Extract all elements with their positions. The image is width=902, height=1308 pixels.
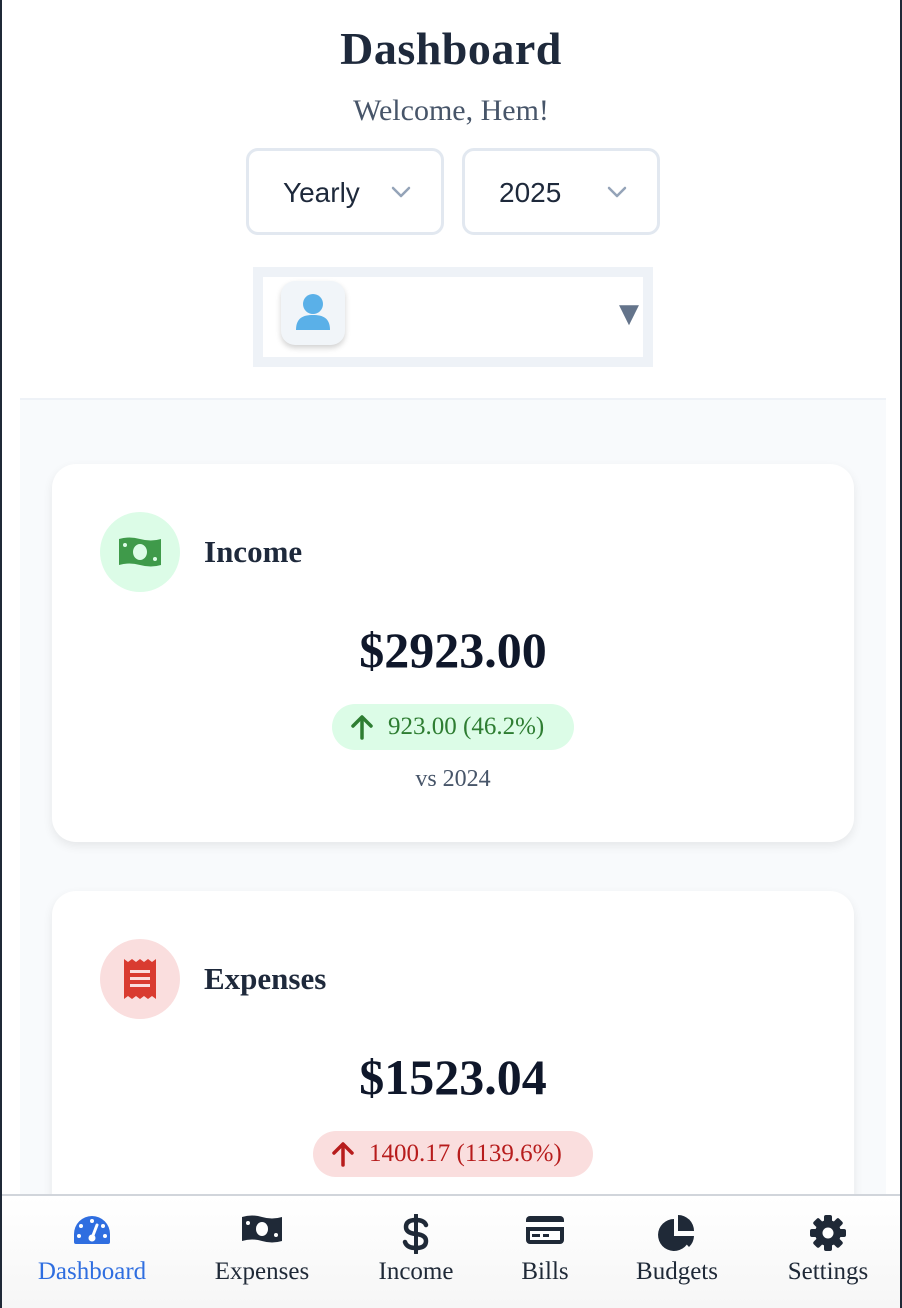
page-title: Dashboard	[340, 23, 562, 74]
nav-item-settings[interactable]: Settings	[776, 1196, 880, 1306]
user-icon	[296, 294, 330, 330]
nav-label-settings: Settings	[787, 1258, 869, 1285]
year-select-value: 2025	[499, 177, 562, 208]
year-select[interactable]: 2025	[462, 148, 660, 235]
user-selector-field[interactable]: ▼	[263, 277, 643, 357]
credit-card-icon	[526, 1216, 564, 1244]
nav-label-expenses: Expenses	[214, 1258, 310, 1285]
period-select[interactable]: Yearly	[246, 148, 444, 235]
nav-label-bills: Bills	[521, 1258, 569, 1285]
gear-icon	[810, 1215, 846, 1251]
nav-label-income: Income	[378, 1258, 454, 1285]
dashboard-header: Dashboard Welcome, Hem! Yearly 2025 ▼	[2, 0, 900, 398]
expenses-card-title: Expenses	[204, 961, 327, 996]
income-change-value: 923.00 (46.2%)	[388, 713, 545, 740]
dollar-icon	[402, 1214, 429, 1254]
nav-item-budgets[interactable]: Budgets	[624, 1196, 730, 1306]
money-bill-icon	[119, 537, 161, 567]
gauge-icon	[74, 1216, 110, 1244]
nav-label-dashboard: Dashboard	[37, 1258, 147, 1285]
income-comparison-label: vs 2024	[415, 766, 491, 792]
avatar[interactable]	[281, 281, 345, 345]
dropdown-caret-icon: ▼	[619, 299, 639, 329]
dashboard-content: Income $2923.00 923.00 (46.2%) vs 2024 E…	[20, 398, 886, 1308]
expenses-change-value: 1400.17 (1139.6%)	[369, 1140, 562, 1167]
income-icon-badge	[100, 512, 180, 592]
welcome-message: Welcome, Hem!	[353, 94, 549, 127]
expenses-icon-badge	[100, 939, 180, 1019]
chevron-down-icon	[607, 186, 627, 198]
app-frame: Dashboard Welcome, Hem! Yearly 2025 ▼ In…	[0, 0, 902, 1308]
arrow-up-icon	[332, 1142, 354, 1167]
nav-item-dashboard[interactable]: Dashboard	[22, 1196, 162, 1306]
arrow-up-icon	[351, 715, 373, 740]
nav-item-bills[interactable]: Bills	[500, 1196, 590, 1306]
nav-label-budgets: Budgets	[636, 1258, 718, 1285]
income-change-badge: 923.00 (46.2%)	[332, 704, 574, 750]
user-selector[interactable]: ▼	[253, 267, 653, 367]
income-amount: $2923.00	[359, 622, 547, 678]
income-card-title: Income	[204, 534, 303, 569]
chevron-down-icon	[391, 186, 411, 198]
nav-item-income[interactable]: Income	[362, 1196, 470, 1306]
expenses-change-badge: 1400.17 (1139.6%)	[313, 1131, 593, 1177]
receipt-icon	[124, 959, 156, 999]
period-select-value: Yearly	[283, 177, 360, 208]
nav-item-expenses[interactable]: Expenses	[197, 1196, 327, 1306]
money-bill-icon	[242, 1215, 282, 1243]
pie-chart-icon	[658, 1215, 694, 1251]
income-card[interactable]: Income $2923.00 923.00 (46.2%) vs 2024	[52, 464, 854, 842]
bottom-navigation: Dashboard Expenses Income Bills Budgets …	[2, 1194, 900, 1308]
expenses-amount: $1523.04	[359, 1049, 547, 1105]
